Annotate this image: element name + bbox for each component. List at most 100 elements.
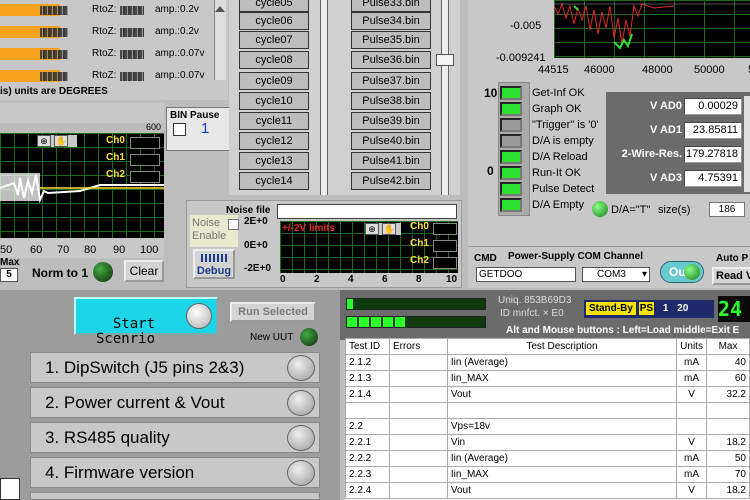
- start-scenario-button[interactable]: Start Scenrio: [74, 297, 218, 347]
- mouse-hint: Alt and Mouse buttons : Left=Load middle…: [506, 325, 740, 336]
- pulse-item[interactable]: Pulse42.bin: [351, 172, 431, 190]
- table-row[interactable]: 2.1.2 Iin (Average) mA 40: [345, 354, 750, 371]
- results-table: Test ID Errors Test Description Units Ma…: [345, 338, 750, 499]
- channel-scrollbar[interactable]: [214, 0, 226, 80]
- scenario-knob-icon[interactable]: [287, 390, 315, 416]
- legend-ch2-label: Ch2: [410, 255, 429, 266]
- com-select[interactable]: COM3 ▾: [582, 267, 650, 282]
- noise-enable-checkbox[interactable]: [228, 219, 239, 230]
- channel-name-scribble: [40, 50, 68, 59]
- col-units[interactable]: Units: [676, 338, 708, 355]
- cell-errors: [388, 418, 448, 435]
- pulse-item[interactable]: Pulse38.bin: [351, 92, 431, 110]
- cycle-item[interactable]: cycle05: [239, 0, 309, 12]
- cycle-item[interactable]: cycle07: [239, 31, 309, 49]
- scenario-item-power[interactable]: 2. Power current & Vout: [30, 387, 320, 418]
- scenario-item-label: 1. DipSwitch (J5 pins 2&3): [45, 358, 245, 377]
- scenario-knob-icon[interactable]: [287, 460, 315, 486]
- pulse-slider-thumb[interactable]: [436, 54, 454, 66]
- cycle-slider-track[interactable]: [320, 0, 328, 195]
- cell-max: 50: [706, 450, 750, 467]
- scenario-item-next[interactable]: [30, 492, 320, 500]
- cell-units: V: [676, 434, 708, 451]
- cycle-item[interactable]: cycle09: [239, 72, 309, 90]
- col-description[interactable]: Test Description: [446, 338, 678, 355]
- table-row[interactable]: 2.2.3 Iin_MAX mA 70: [345, 466, 750, 483]
- scenario-knob-icon[interactable]: [287, 425, 315, 451]
- zoom-icon[interactable]: ⊕: [365, 223, 379, 235]
- pulse-item[interactable]: Pulse35.bin: [351, 31, 431, 49]
- da-led[interactable]: [592, 201, 608, 220]
- vad0: V AD0 0.00029: [609, 96, 744, 118]
- cycle-item[interactable]: cycle06: [239, 12, 309, 30]
- pulse-item[interactable]: Pulse34.bin: [351, 12, 431, 30]
- legend-ch0-label: Ch0: [106, 135, 125, 146]
- read-v-button[interactable]: Read V: [712, 267, 750, 285]
- col-errors[interactable]: Errors: [388, 338, 448, 355]
- table-row[interactable]: 2.1.4 Vout V 32.2: [345, 386, 750, 403]
- pulse-item[interactable]: Pulse41.bin: [351, 152, 431, 170]
- bin-checkbox[interactable]: [173, 123, 186, 136]
- zoom-icon[interactable]: ⊕: [37, 135, 51, 147]
- hand-icon[interactable]: ✋: [382, 223, 397, 235]
- scenario-side-field[interactable]: [0, 478, 20, 500]
- size-field[interactable]: 186: [709, 202, 745, 217]
- legend-swatch: [130, 171, 160, 183]
- scenario-item-dipswitch[interactable]: 1. DipSwitch (J5 pins 2&3): [30, 352, 320, 383]
- out-toggle[interactable]: Out: [660, 261, 704, 283]
- legend-ch0: Ch0: [410, 221, 458, 238]
- scenario-knob-icon[interactable]: [287, 355, 315, 381]
- table-row[interactable]: [345, 402, 750, 419]
- cycle-item[interactable]: cycle12: [239, 132, 309, 150]
- hand-icon[interactable]: ✋: [54, 135, 69, 147]
- col-test-id[interactable]: Test ID: [345, 338, 390, 355]
- cell-id: 2.1.3: [345, 370, 390, 387]
- debug-button[interactable]: Debug: [193, 249, 235, 279]
- scenario-item-rs485[interactable]: 3. RS485 quality: [30, 422, 320, 453]
- pulse-item[interactable]: Pulse40.bin: [351, 132, 431, 150]
- legend-ch0: Ch0: [106, 135, 164, 152]
- scenario-item-label: 3. RS485 quality: [45, 428, 170, 447]
- cell-units: [676, 418, 708, 435]
- table-row[interactable]: 2.1.3 Iin_MAX mA 60: [345, 370, 750, 387]
- cell-desc: Vout: [446, 482, 678, 499]
- table-row[interactable]: 2.2.2 Iin (Average) mA 50: [345, 450, 750, 467]
- cell-desc: Iin (Average): [446, 450, 678, 467]
- noise-file-input[interactable]: [277, 204, 457, 219]
- amp-label: amp.:0.2v: [155, 4, 199, 15]
- table-row[interactable]: 2.2.1 Vin V 18.2: [345, 434, 750, 451]
- da-label: D/A="T": [611, 204, 651, 216]
- max-value-field[interactable]: 5: [0, 268, 18, 282]
- table-row[interactable]: 2.2 Vps=18v: [345, 418, 750, 435]
- vad-value: 179.27818: [684, 146, 742, 163]
- cmd-input[interactable]: GETDOO: [476, 267, 576, 282]
- cell-errors: [388, 450, 448, 467]
- cell-errors: [388, 370, 448, 387]
- clear-button[interactable]: Clear: [124, 260, 164, 282]
- new-uut-label: New UUT: [250, 332, 294, 343]
- scenario-item-label: 4. Firmware version: [45, 463, 195, 482]
- pulse-item[interactable]: Pulse36.bin: [351, 51, 431, 69]
- pulse-slider-track[interactable]: [441, 0, 449, 195]
- run-selected-button[interactable]: Run Selected: [230, 302, 316, 322]
- status-label: Pulse Detect: [532, 183, 595, 195]
- x-tick: 80: [84, 244, 97, 256]
- cycle-item[interactable]: cycle14: [239, 172, 309, 190]
- cycle-item[interactable]: cycle08: [239, 51, 309, 69]
- cycle-item[interactable]: cycle10: [239, 92, 309, 110]
- rtoz-value-scribble: [120, 6, 144, 15]
- scroll-up-icon[interactable]: [215, 2, 225, 12]
- norm-led[interactable]: [93, 262, 113, 285]
- cycle-item[interactable]: cycle13: [239, 152, 309, 170]
- table-row[interactable]: 2.2.4 Vout V 18.2: [345, 482, 750, 499]
- pulse-item[interactable]: Pulse37.bin: [351, 72, 431, 90]
- new-uut-led[interactable]: [300, 328, 318, 349]
- pulse-item[interactable]: Pulse33.bin: [351, 0, 431, 12]
- status-label: Get-Inf OK: [532, 87, 585, 99]
- pulse-item[interactable]: Pulse39.bin: [351, 112, 431, 130]
- cell-id: 2.1.2: [345, 354, 390, 371]
- legend-ch1-label: Ch1: [410, 238, 429, 249]
- cycle-item[interactable]: cycle11: [239, 112, 309, 130]
- scenario-item-firmware[interactable]: 4. Firmware version: [30, 457, 320, 488]
- col-max[interactable]: Max: [706, 338, 750, 355]
